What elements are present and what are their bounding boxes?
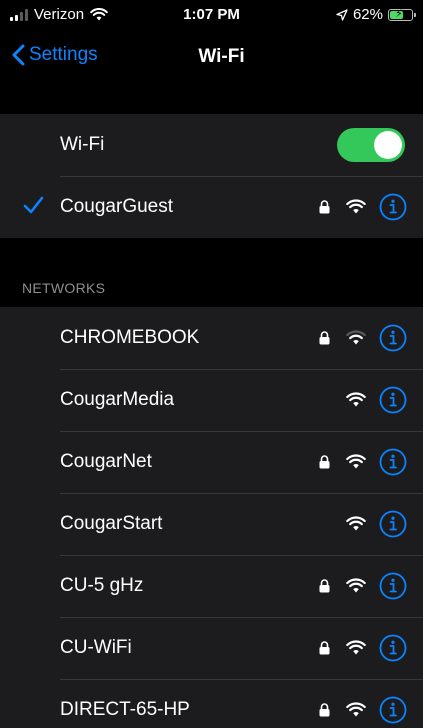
info-icon[interactable] [379,386,407,414]
network-row[interactable]: CougarNet [0,431,423,493]
network-name: CougarStart [60,513,163,534]
wifi-signal-icon [346,330,366,345]
wifi-toggle-label: Wi-Fi [60,134,105,155]
network-icons [313,431,407,493]
network-name: CougarMedia [60,389,175,410]
info-icon[interactable] [379,448,407,476]
info-icon[interactable] [379,510,407,538]
wifi-settings-screen: Verizon 1:07 PM 62% ⚡ Settings Wi-Fi Wi-… [0,0,423,728]
wifi-signal-icon [346,392,366,407]
status-bar: Verizon 1:07 PM 62% ⚡ [0,0,423,36]
connected-network-name: CougarGuest [60,196,174,217]
wifi-signal-icon [346,640,366,655]
network-name: CHROMEBOOK [60,327,200,348]
networks-list: CHROMEBOOK CougarMedia CougarNet CougarS… [0,307,423,728]
checkmark-icon [23,196,44,214]
network-name: CU-5 gHz [60,575,144,596]
info-icon[interactable] [379,324,407,352]
location-arrow-icon [336,8,348,21]
lock-slot [313,455,335,469]
lock-slot [313,579,335,593]
network-row[interactable]: DIRECT-65-HP [0,679,423,728]
lock-slot [313,641,335,655]
lock-icon [319,641,329,655]
network-icons [313,679,407,728]
lock-icon [319,703,329,717]
page-title: Wi-Fi [198,46,245,67]
network-row[interactable]: CHROMEBOOK [0,307,423,369]
lock-icon [319,579,329,593]
network-row[interactable]: CougarStart [0,493,423,555]
wifi-toggle-switch[interactable] [337,128,405,162]
connected-network-icons [313,176,407,238]
info-icon[interactable] [379,572,407,600]
info-icon[interactable] [379,696,407,724]
network-icons [313,307,407,369]
network-name: CougarNet [60,451,152,472]
wifi-signal-icon [346,702,366,717]
network-name: CU-WiFi [60,637,132,658]
wifi-signal-icon [346,578,366,593]
network-icons [313,493,407,555]
connected-network-row[interactable]: CougarGuest [0,176,423,238]
navigation-bar: Settings Wi-Fi [0,36,423,84]
wifi-signal-icon [346,199,366,214]
battery-charging-icon: ⚡ [388,8,416,21]
lock-slot [313,331,335,345]
networks-section-header: NETWORKS [22,280,106,296]
lock-icon [319,200,329,214]
network-icons [313,369,407,431]
wifi-signal-icon [346,516,366,531]
battery-percent: 62% [352,6,383,23]
info-icon[interactable] [379,634,407,662]
info-icon[interactable] [379,193,407,221]
network-row[interactable]: CU-WiFi [0,617,423,679]
lock-slot [313,703,335,717]
lock-icon [319,455,329,469]
wifi-signal-icon [346,454,366,469]
lock-icon [319,331,329,345]
status-bar-right: 62% ⚡ [336,6,416,23]
network-row[interactable]: CU-5 gHz [0,555,423,617]
network-icons [313,617,407,679]
network-name: DIRECT-65-HP [60,699,190,720]
wifi-group: Wi-Fi CougarGuest [0,114,423,238]
wifi-toggle-row: Wi-Fi [0,114,423,176]
network-icons [313,555,407,617]
network-row[interactable]: CougarMedia [0,369,423,431]
toggle-knob [374,131,402,159]
